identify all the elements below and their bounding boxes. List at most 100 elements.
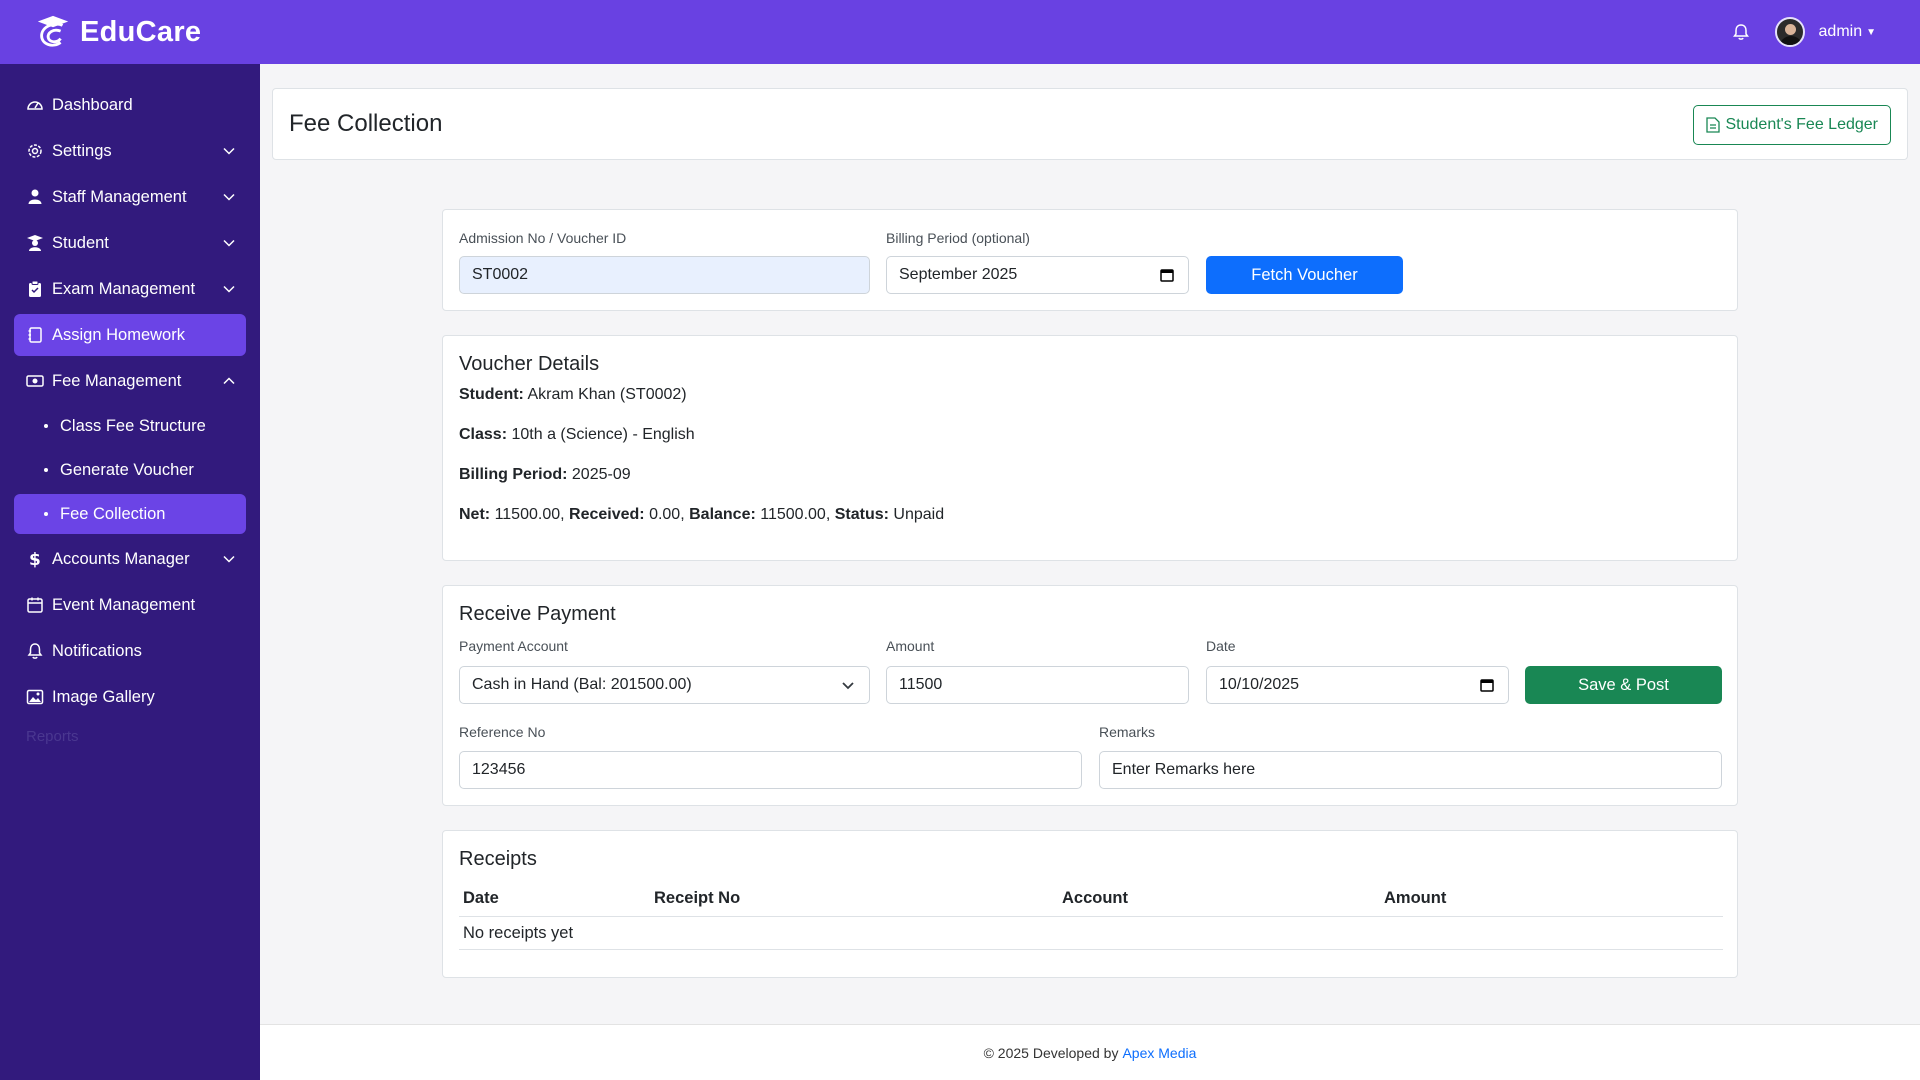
chevron-down-icon <box>223 285 235 293</box>
sidebar-item-label: Fee Management <box>52 371 182 390</box>
graduate-icon <box>27 235 43 251</box>
student-fee-ledger-button[interactable]: Student's Fee Ledger <box>1692 105 1891 145</box>
calendar-icon[interactable] <box>1480 678 1494 692</box>
admission-input[interactable]: ST0002 <box>459 256 870 294</box>
chevron-down-icon <box>223 193 235 201</box>
voucher-details-title: Voucher Details <box>459 353 600 375</box>
sidebar-item-image-gallery[interactable]: Image Gallery <box>14 676 246 718</box>
brand-name: EduCare <box>80 15 202 48</box>
sidebar-subitem-label: Fee Collection <box>60 504 166 523</box>
top-navbar: EduCare admin ▼ <box>0 0 1920 64</box>
remarks-placeholder: Enter Remarks here <box>1112 761 1256 778</box>
payment-account-value: Cash in Hand (Bal: 201500.00) <box>472 676 692 693</box>
sidebar-subitem-class-fee-structure[interactable]: Class Fee Structure <box>14 406 246 446</box>
amount-value: 11500 <box>899 676 943 693</box>
payment-account-select[interactable]: Cash in Hand (Bal: 201500.00) <box>459 666 870 704</box>
dollar-icon: $ <box>29 550 41 568</box>
sidebar-item-label: Notifications <box>52 641 142 660</box>
sidebar-item-label: Assign Homework <box>52 325 185 344</box>
billing-detail-label: Billing Period: <box>459 466 568 483</box>
calendar-icon[interactable] <box>1160 268 1174 282</box>
amount-label: Amount <box>886 638 935 654</box>
caret-down-icon[interactable]: ▼ <box>1866 27 1876 38</box>
status-value: Unpaid <box>893 506 945 523</box>
sidebar-subitem-fee-collection[interactable]: Fee Collection <box>14 494 246 534</box>
fetch-voucher-card: Admission No / Voucher ID ST0002 Billing… <box>442 209 1738 311</box>
sidebar-item-label: Event Management <box>52 595 196 614</box>
date-input[interactable]: 10/10/2025 <box>1206 666 1509 704</box>
billing-detail-value: 2025-09 <box>571 466 631 483</box>
sidebar-item-label: Settings <box>52 141 112 160</box>
sidebar-item-assign-homework[interactable]: Assign Homework <box>14 314 246 356</box>
sidebar-item-notifications[interactable]: Notifications <box>14 630 246 672</box>
page-header: Fee Collection Student's Fee Ledger <box>272 88 1908 160</box>
chevron-up-icon <box>223 377 235 385</box>
bullet-icon <box>44 424 48 428</box>
remarks-input[interactable]: Enter Remarks here <box>1099 751 1722 789</box>
class-label: Class: <box>459 426 508 443</box>
save-post-button[interactable]: Save & Post <box>1525 666 1722 704</box>
chevron-down-icon <box>223 147 235 155</box>
sidebar-item-label: Staff Management <box>52 187 187 206</box>
column-header-receipt-no: Receipt No <box>654 889 741 907</box>
student-label: Student: <box>459 386 524 403</box>
brand-logo[interactable]: EduCare <box>34 13 201 51</box>
student-value: Akram Khan (ST0002) <box>527 386 687 403</box>
cash-icon <box>26 375 44 387</box>
billing-period-input[interactable]: September 2025 <box>886 256 1189 294</box>
user-area: admin ▼ <box>1731 0 1876 64</box>
column-header-account: Account <box>1062 889 1128 907</box>
payment-account-label: Payment Account <box>459 638 568 654</box>
empty-receipts-text: No receipts yet <box>463 924 574 942</box>
chevron-down-icon <box>223 555 235 563</box>
journal-icon <box>28 327 42 343</box>
received-label: Received: <box>569 506 645 523</box>
sidebar-subitem-label: Generate Voucher <box>60 460 194 479</box>
received-value: 0.00, <box>649 506 685 523</box>
receipts-table-header: Date Receipt No Account Amount <box>459 883 1723 917</box>
person-icon <box>28 189 42 204</box>
sidebar-item-settings[interactable]: Settings <box>14 130 246 172</box>
student-detail: Student: Akram Khan (ST0002) <box>459 386 687 404</box>
bullet-icon <box>44 512 48 516</box>
status-label: Status: <box>834 506 889 523</box>
reference-input[interactable]: 123456 <box>459 751 1082 789</box>
sidebar-item-event-management[interactable]: Event Management <box>14 584 246 626</box>
bell-icon[interactable] <box>1731 22 1751 42</box>
net-label: Net: <box>459 506 491 523</box>
date-label: Date <box>1206 638 1236 654</box>
class-value: 10th a (Science) - English <box>511 426 695 443</box>
billing-period-detail: Billing Period: 2025-09 <box>459 466 631 484</box>
page-title: Fee Collection <box>289 110 443 137</box>
avatar[interactable] <box>1774 17 1805 47</box>
sidebar-item-fee-management[interactable]: Fee Management <box>14 360 246 402</box>
amount-input[interactable]: 11500 <box>886 666 1189 704</box>
image-icon <box>26 689 44 705</box>
receive-payment-card: Receive Payment Payment Account Cash in … <box>442 585 1738 806</box>
sidebar-item-dashboard[interactable]: Dashboard <box>14 84 246 126</box>
user-menu-label[interactable]: admin <box>1819 23 1863 41</box>
chevron-down-icon <box>223 239 235 247</box>
svg-text:$: $ <box>29 550 41 568</box>
sidebar-item-accounts-manager[interactable]: $ Accounts Manager <box>14 538 246 580</box>
date-value: 10/10/2025 <box>1219 676 1300 693</box>
admission-label: Admission No / Voucher ID <box>459 230 627 246</box>
remarks-label: Remarks <box>1099 724 1156 740</box>
billing-period-value: September 2025 <box>899 266 1018 283</box>
clipboard-icon <box>29 280 41 297</box>
voucher-details-card: Voucher Details Student: Akram Khan (ST0… <box>442 335 1738 561</box>
net-value: 11500.00, <box>494 506 565 523</box>
footer-text: © 2025 Developed by <box>983 1044 1119 1061</box>
bell-icon <box>27 643 43 659</box>
balance-value: 11500.00, <box>760 506 831 523</box>
dashboard-gauge-icon <box>27 101 43 110</box>
sidebar-item-student[interactable]: Student <box>14 222 246 264</box>
fetch-voucher-button[interactable]: Fetch Voucher <box>1206 256 1403 294</box>
column-header-amount: Amount <box>1384 889 1447 907</box>
footer-link[interactable]: Apex Media <box>1122 1045 1196 1061</box>
sidebar-item-exam-management[interactable]: Exam Management <box>14 268 246 310</box>
sidebar-item-staff-management[interactable]: Staff Management <box>14 176 246 218</box>
ledger-button-label: Student's Fee Ledger <box>1725 116 1879 133</box>
amount-summary: Net: 11500.00, Received: 0.00, Balance: … <box>459 506 944 524</box>
sidebar-subitem-generate-voucher[interactable]: Generate Voucher <box>14 450 246 490</box>
